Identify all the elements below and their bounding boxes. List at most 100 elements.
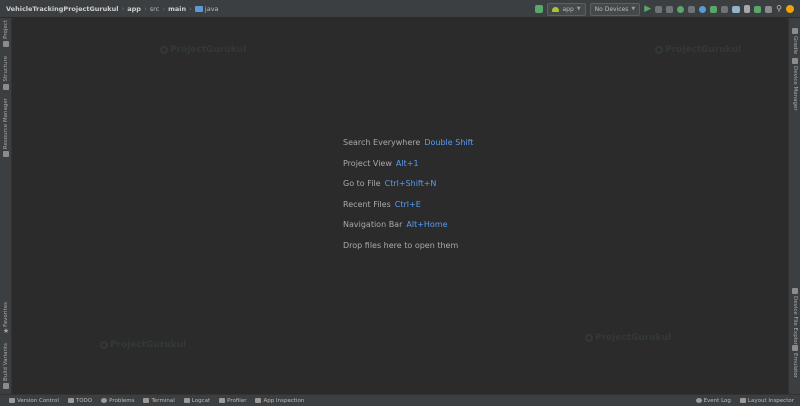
- hint-project-view: Project View Alt+1: [343, 159, 473, 180]
- status-tab-app-inspection[interactable]: App Inspection: [255, 398, 304, 404]
- tool-tab-build-variants-label: Build Variants: [3, 343, 9, 381]
- profiler-icon: [219, 398, 226, 403]
- tool-tab-emulator[interactable]: Emulator: [789, 343, 800, 378]
- watermark-icon: [655, 45, 663, 54]
- hint-go-to-file: Go to File Ctrl+Shift+N: [343, 179, 473, 200]
- status-tab-todo[interactable]: TODO: [67, 397, 93, 404]
- left-tool-strip: Project Structure Resource Manager Favor…: [0, 18, 12, 394]
- android-icon: [552, 6, 560, 12]
- breadcrumb-separator: ›: [143, 4, 147, 13]
- structure-icon: [3, 83, 9, 90]
- device-label: No Devices: [594, 5, 629, 13]
- status-tab-event-log[interactable]: Event Log: [695, 397, 731, 404]
- breadcrumb-module[interactable]: app: [127, 5, 141, 13]
- tool-tab-project[interactable]: Project: [0, 20, 12, 49]
- search-icon[interactable]: ⚲: [776, 5, 782, 13]
- hint-text: Project View: [343, 158, 392, 168]
- status-right-group: Event Log Layout Inspector: [687, 398, 800, 404]
- problems-icon: [101, 398, 108, 403]
- navigation-bar: VehicleTrackingProjectGurukul › app › sr…: [0, 0, 800, 18]
- status-tab-label: Profiler: [227, 397, 247, 404]
- tool-tab-build-variants[interactable]: Build Variants: [0, 343, 12, 391]
- status-tab-problems[interactable]: Problems: [101, 398, 134, 404]
- breadcrumb-project[interactable]: VehicleTrackingProjectGurukul: [6, 5, 118, 13]
- watermark-text: ProjectGurukul: [170, 45, 247, 55]
- build-variants-icon: [3, 382, 9, 389]
- device-file-explorer-icon: [792, 288, 798, 294]
- coverage-icon[interactable]: [688, 5, 696, 13]
- run-configuration-label: app: [562, 5, 574, 13]
- profile-icon[interactable]: [699, 5, 707, 13]
- sync-gradle-icon[interactable]: [732, 5, 741, 13]
- main-toolbar: app ▼ No Devices ▼ ▶ ⚲: [535, 0, 800, 18]
- hammer-icon[interactable]: [535, 5, 544, 13]
- tool-tab-device-manager-label: Device Manager: [792, 66, 798, 111]
- tool-tab-structure-label: Structure: [3, 56, 9, 82]
- debug-icon[interactable]: [677, 5, 685, 13]
- hint-text: Search Everywhere: [343, 138, 421, 147]
- hint-shortcut: Double Shift: [424, 138, 474, 147]
- watermark-logo: ProjectGurukul: [655, 45, 741, 55]
- star-icon: ★: [2, 326, 10, 335]
- folder-icon: [3, 40, 9, 47]
- watermark-text: ProjectGurukul: [665, 45, 742, 55]
- device-manager-icon: [792, 58, 798, 64]
- stop-icon[interactable]: [721, 5, 729, 13]
- tool-tab-device-file-explorer[interactable]: Device File Explorer: [789, 286, 800, 350]
- app-inspection-icon: [255, 398, 262, 403]
- breadcrumb-src[interactable]: src: [150, 5, 160, 13]
- tool-tab-structure[interactable]: Structure: [0, 56, 12, 92]
- attach-debugger-icon[interactable]: [710, 5, 718, 13]
- status-tab-profiler[interactable]: Profiler: [219, 398, 246, 404]
- editor-empty-hints: Search Everywhere Double Shift Project Vi…: [343, 138, 473, 261]
- apply-code-changes-icon[interactable]: [666, 5, 674, 13]
- emulator-icon: [792, 345, 798, 351]
- sdk-manager-icon[interactable]: [754, 5, 762, 13]
- watermark-logo: ProjectGurukul: [585, 333, 671, 343]
- status-tab-version-control[interactable]: Version Control: [9, 398, 59, 404]
- status-tab-label: TODO: [75, 397, 93, 404]
- status-tab-label: Event Log: [703, 397, 731, 404]
- avd-manager-icon[interactable]: [744, 5, 751, 13]
- hint-recent-files: Recent Files Ctrl+E: [343, 200, 473, 221]
- run-icon[interactable]: ▶: [644, 4, 651, 14]
- status-tab-terminal[interactable]: Terminal: [143, 397, 175, 404]
- run-configuration-dropdown[interactable]: app ▼: [547, 2, 586, 16]
- hint-text: Navigation Bar: [343, 220, 403, 229]
- apply-changes-icon[interactable]: [655, 5, 663, 13]
- updates-icon[interactable]: [786, 5, 794, 13]
- hint-shortcut: Alt+Home: [406, 220, 448, 229]
- hint-search-everywhere: Search Everywhere Double Shift: [343, 138, 473, 159]
- watermark-icon: [160, 45, 168, 54]
- device-dropdown[interactable]: No Devices ▼: [589, 2, 641, 16]
- hint-navigation-bar: Navigation Bar Alt+Home: [343, 220, 473, 241]
- watermark-logo: ProjectGurukul: [160, 45, 246, 55]
- tool-tab-favorites[interactable]: Favorites ★: [0, 302, 12, 335]
- tool-tab-resource-manager[interactable]: Resource Manager: [0, 98, 12, 159]
- breadcrumb-separator: ›: [121, 4, 125, 13]
- status-bar: Version Control TODO Problems Terminal L…: [0, 394, 800, 406]
- watermark-text: ProjectGurukul: [595, 333, 672, 343]
- breadcrumb-main[interactable]: main: [168, 5, 186, 13]
- tool-tab-device-manager[interactable]: Device Manager: [789, 56, 800, 111]
- sdk-manager-icon-alt[interactable]: [765, 5, 773, 13]
- chevron-down-icon: ▼: [576, 6, 581, 12]
- status-tab-label: Terminal: [151, 397, 175, 404]
- hint-shortcut: Alt+1: [395, 158, 419, 168]
- tool-tab-gradle[interactable]: Gradle: [789, 26, 800, 54]
- hint-drop-files: Drop files here to open them: [343, 241, 473, 262]
- event-log-icon: [695, 398, 702, 403]
- breadcrumb-java-label: java: [204, 4, 219, 13]
- status-tab-layout-inspector[interactable]: Layout Inspector: [739, 398, 794, 404]
- watermark-icon: [100, 340, 108, 349]
- breadcrumb-java[interactable]: java: [194, 4, 219, 13]
- status-tab-label: Version Control: [17, 397, 59, 404]
- breadcrumb-separator: ›: [162, 4, 166, 13]
- watermark-logo: ProjectGurukul: [100, 340, 186, 350]
- hint-shortcut: Ctrl+Shift+N: [384, 179, 437, 188]
- tool-tab-gradle-label: Gradle: [792, 36, 798, 55]
- layout-inspector-icon: [739, 398, 746, 403]
- branch-icon: [9, 398, 15, 403]
- watermark-text: ProjectGurukul: [110, 340, 187, 350]
- status-tab-logcat[interactable]: Logcat: [183, 398, 210, 404]
